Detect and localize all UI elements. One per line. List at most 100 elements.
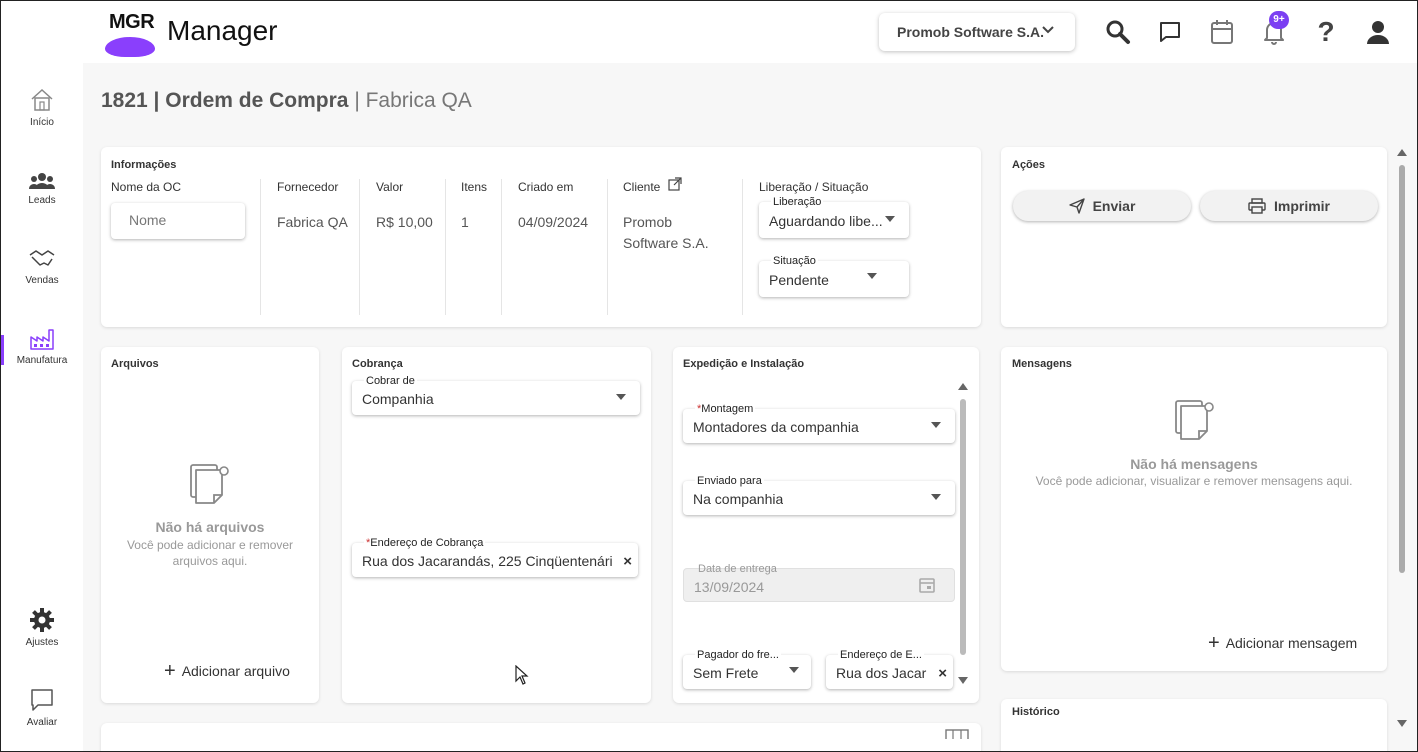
company-name: Promob Software S.A. xyxy=(897,24,1045,40)
handshake-icon xyxy=(29,250,55,266)
document-empty-icon xyxy=(1175,400,1214,440)
created-value: 04/09/2024 xyxy=(518,214,589,230)
shipping-card-title: Expedição e Instalação xyxy=(683,358,805,370)
sidebar-item-inicio[interactable]: Início xyxy=(1,87,83,128)
sidebar-item-manufatura[interactable]: Manufatura xyxy=(1,327,83,366)
sent-to-select[interactable]: Enviado para Na companhia xyxy=(683,475,955,515)
items-value: 1 xyxy=(461,214,469,230)
sidebar-item-leads[interactable]: Leads xyxy=(1,171,83,206)
caret-down-icon xyxy=(931,422,941,428)
sidebar-item-ajustes[interactable]: Ajustes xyxy=(1,607,83,648)
scroll-up-arrow[interactable] xyxy=(958,383,968,390)
billing-address-value: Rua dos Jacarandás, 225 Cinqüentenário xyxy=(362,553,612,569)
actions-card-title: Ações xyxy=(1012,159,1046,171)
calendar-icon[interactable] xyxy=(1207,17,1237,47)
help-icon[interactable]: ? xyxy=(1311,16,1341,47)
home-icon xyxy=(31,88,53,111)
client-value-line1[interactable]: Promob xyxy=(623,212,672,233)
notifications-badge: 9+ xyxy=(1269,11,1289,29)
scroll-down-arrow[interactable] xyxy=(958,677,968,684)
assembly-label: *Montagem xyxy=(695,403,756,415)
charge-value: Companhia xyxy=(362,391,434,407)
delivery-date-value: 13/09/2024 xyxy=(694,579,765,595)
sidebar-item-avaliar[interactable]: Avaliar xyxy=(1,687,83,728)
main-scrollbar[interactable] xyxy=(1399,165,1405,573)
user-avatar-icon[interactable] xyxy=(1363,17,1393,47)
shipping-address-value: Rua dos Jacar xyxy=(836,665,927,681)
delivery-date-label: Data de entrega xyxy=(698,563,777,575)
main-scroll-up-arrow[interactable] xyxy=(1397,149,1407,156)
chevron-down-icon xyxy=(1042,26,1054,34)
sent-to-value: Na companhia xyxy=(693,491,784,507)
add-file-button[interactable]: + Adicionar arquivo xyxy=(164,661,290,681)
sidebar-label: Início xyxy=(30,117,54,128)
created-label: Criado em xyxy=(518,180,574,194)
client-label: Cliente xyxy=(623,180,661,194)
main-scroll-down-arrow[interactable] xyxy=(1397,720,1407,727)
plus-icon: + xyxy=(1208,632,1220,654)
company-selector[interactable]: Promob Software S.A. xyxy=(879,13,1075,51)
caret-down-icon xyxy=(789,667,799,673)
situation-select[interactable]: Situação Pendente xyxy=(759,255,909,297)
divider xyxy=(359,179,360,315)
actions-card xyxy=(1001,147,1387,327)
release-value: Aguardando libe... xyxy=(769,213,883,229)
sidebar: Início Leads Vendas Manufatura Ajustes A… xyxy=(1,63,83,751)
send-label: Enviar xyxy=(1092,198,1136,214)
app-window: MGR Manager Promob Software S.A. 9+ ? In… xyxy=(0,0,1418,752)
external-link-icon[interactable] xyxy=(668,177,682,191)
sidebar-label: Ajustes xyxy=(25,637,59,648)
chat-icon xyxy=(31,689,53,711)
assembly-value: Montadores da companhia xyxy=(693,419,859,435)
sidebar-item-vendas[interactable]: Vendas xyxy=(1,247,83,286)
app-name: Manager xyxy=(167,15,278,46)
close-icon[interactable]: × xyxy=(623,553,632,570)
name-placeholder: Nome xyxy=(129,212,167,228)
situation-label: Situação xyxy=(771,255,818,267)
freight-payer-select[interactable]: Pagador do fre... Sem Frete xyxy=(683,649,811,689)
calendar-icon xyxy=(919,578,935,593)
billing-card-title: Cobrança xyxy=(352,358,403,370)
close-icon[interactable]: × xyxy=(938,665,947,682)
name-input[interactable]: Nome xyxy=(111,203,245,239)
freight-payer-label: Pagador do fre... xyxy=(695,649,781,661)
send-button[interactable]: Enviar xyxy=(1013,191,1191,221)
situation-value: Pendente xyxy=(769,272,829,288)
shipping-scrollbar[interactable] xyxy=(960,399,966,655)
page-title-sub: | Fabrica QA xyxy=(354,89,472,112)
caret-down-icon xyxy=(867,273,877,279)
divider xyxy=(607,179,608,315)
app-logo[interactable]: MGR xyxy=(105,7,155,57)
messages-empty-title: Não há mensagens xyxy=(1130,456,1258,472)
charge-label: Cobrar de xyxy=(364,375,417,387)
assembly-select[interactable]: *Montagem Montadores da companhia xyxy=(683,403,955,443)
billing-address-select[interactable]: *Endereço de Cobrança Rua dos Jacarandás… xyxy=(352,537,638,577)
mouse-cursor-icon xyxy=(515,665,529,685)
search-icon[interactable] xyxy=(1103,17,1133,47)
value-label: Valor xyxy=(376,180,404,194)
caret-down-icon xyxy=(931,494,941,500)
send-icon xyxy=(1068,198,1085,214)
items-label: Itens xyxy=(461,180,488,194)
chat-icon[interactable] xyxy=(1155,17,1185,47)
add-message-button[interactable]: + Adicionar mensagem xyxy=(1208,632,1357,654)
print-button[interactable]: Imprimir xyxy=(1200,191,1378,221)
messages-empty-desc: Você pode adicionar, visualizar e remove… xyxy=(1035,474,1353,488)
release-select[interactable]: Liberação Aguardando libe... xyxy=(759,196,909,238)
logo-text: MGR xyxy=(109,11,155,33)
table-icon[interactable] xyxy=(945,729,969,739)
shipping-address-select[interactable]: Endereço de E... Rua dos Jacar × xyxy=(826,649,953,689)
top-header: MGR Manager Promob Software S.A. 9+ ? xyxy=(1,1,1417,63)
sidebar-label: Manufatura xyxy=(16,355,68,366)
bottom-card xyxy=(101,723,981,751)
sidebar-label: Avaliar xyxy=(26,717,58,728)
caret-down-icon xyxy=(885,216,895,222)
files-empty-desc-2: arquivos aqui. xyxy=(172,554,248,568)
client-value-line2[interactable]: Software S.A. xyxy=(623,233,709,254)
divider xyxy=(501,179,502,315)
messages-card-title: Mensagens xyxy=(1012,358,1072,370)
billing-address-label: *Endereço de Cobrança xyxy=(364,537,486,549)
page-title-main: 1821 | Ordem de Compra xyxy=(101,89,349,112)
sidebar-label: Vendas xyxy=(25,275,59,286)
charge-select[interactable]: Cobrar de Companhia xyxy=(352,375,640,415)
